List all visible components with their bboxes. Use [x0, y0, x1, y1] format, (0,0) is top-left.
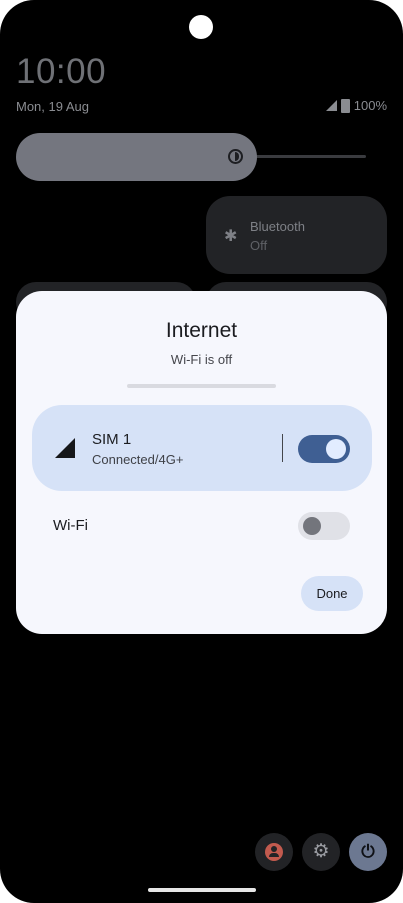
gear-icon: ⚙ [312, 841, 330, 862]
battery-percent: 100% [353, 98, 387, 113]
brightness-icon [228, 149, 243, 164]
wifi-toggle[interactable] [298, 512, 350, 540]
power-icon: ⏻ [361, 842, 375, 861]
dialog-title: Internet [165, 319, 238, 342]
bluetooth-tile[interactable]: ✱ Bluetooth Off [206, 196, 387, 274]
sim-status: Connected/4G+ [92, 452, 184, 467]
separator [282, 434, 283, 462]
signal-icon [325, 100, 337, 111]
status-icons: 100% [325, 98, 387, 113]
sim-card-row[interactable]: SIM 1 Connected/4G+ [32, 405, 372, 491]
phone-screen: 10:00 Mon, 19 Aug 100% ✱ Bluetooth Off I… [0, 0, 403, 903]
sim-name: SIM 1 [92, 431, 132, 448]
wifi-label: Wi-Fi [53, 517, 88, 534]
bluetooth-tile-label: Bluetooth [250, 219, 305, 234]
settings-button[interactable]: ⚙ [302, 833, 340, 871]
clock-date: Mon, 19 Aug [16, 99, 89, 114]
power-button[interactable]: ⏻ [349, 833, 387, 871]
user-switch-button[interactable] [255, 833, 293, 871]
divider [127, 384, 276, 388]
battery-icon [340, 98, 350, 113]
bluetooth-tile-state: Off [250, 238, 268, 253]
camera-cutout [189, 15, 213, 39]
toggle-knob [303, 517, 321, 535]
brightness-slider[interactable] [16, 133, 257, 181]
bluetooth-icon: ✱ [224, 228, 238, 245]
toggle-knob [326, 439, 346, 459]
user-icon [265, 843, 283, 861]
sim-data-toggle[interactable] [298, 435, 350, 463]
dialog-subtitle: Wi-Fi is off [170, 352, 233, 367]
done-button[interactable]: Done [301, 576, 363, 611]
brightness-track[interactable] [252, 155, 366, 158]
signal-icon [55, 438, 75, 458]
home-indicator[interactable] [148, 888, 256, 892]
internet-dialog: Internet Wi-Fi is off SIM 1 Connected/4G… [16, 291, 387, 634]
clock-time: 10:00 [16, 52, 107, 91]
